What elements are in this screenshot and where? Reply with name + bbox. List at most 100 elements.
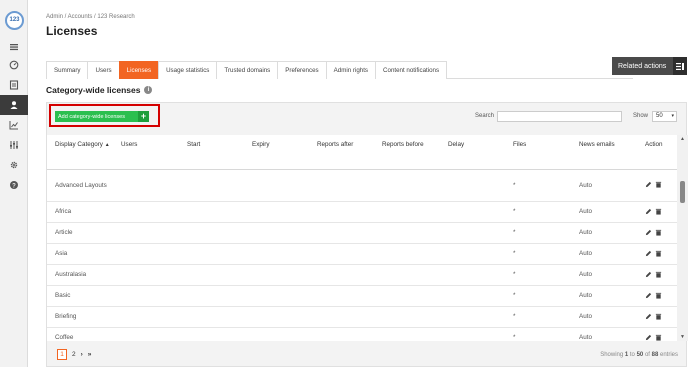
tab-licenses[interactable]: Licenses <box>118 61 160 79</box>
info-icon[interactable]: i <box>144 86 153 94</box>
start-cell <box>179 306 244 328</box>
scroll-thumb[interactable] <box>680 181 685 203</box>
reports-after-cell <box>309 327 374 341</box>
delay-cell <box>440 222 505 244</box>
action-cell <box>637 327 677 341</box>
news-emails-cell: Auto <box>571 306 637 328</box>
reports-after-cell <box>309 285 374 307</box>
next-page-icon[interactable]: › <box>81 351 83 358</box>
expiry-cell <box>244 243 309 265</box>
last-page-icon[interactable]: » <box>88 351 92 358</box>
col-files[interactable]: Files <box>505 135 571 170</box>
tab-preferences[interactable]: Preferences <box>277 61 327 79</box>
action-cell <box>637 201 677 223</box>
summary-of-word: of <box>644 352 650 358</box>
search-label: Search <box>475 113 495 119</box>
sliders-icon[interactable] <box>0 135 28 155</box>
files-cell: * <box>505 327 571 341</box>
trash-icon[interactable] <box>655 250 662 257</box>
delay-cell <box>440 243 505 265</box>
summary-to-word: to <box>629 352 635 358</box>
users-icon[interactable] <box>0 95 28 115</box>
gear-icon[interactable] <box>0 155 28 175</box>
section-title-text: Category-wide licenses <box>46 85 141 95</box>
trash-icon[interactable] <box>655 208 662 215</box>
col-users[interactable]: Users <box>113 135 179 170</box>
trash-icon[interactable] <box>655 334 662 341</box>
expiry-cell <box>244 222 309 244</box>
chevron-down-icon: ▾ <box>671 113 674 119</box>
action-cell <box>637 285 677 307</box>
reports-before-cell <box>374 306 440 328</box>
action-cell <box>637 264 677 286</box>
page-title: Licenses <box>46 24 98 38</box>
col-expiry[interactable]: Expiry <box>244 135 309 170</box>
tab-admin-rights[interactable]: Admin rights <box>325 61 377 79</box>
col-header-label: Display Category <box>55 141 103 148</box>
page-size-select[interactable]: 50 ▾ <box>652 111 677 122</box>
summary-total: 88 <box>651 352 659 358</box>
page-1-button[interactable]: 1 <box>57 349 67 360</box>
trash-icon[interactable] <box>655 292 662 299</box>
trash-icon[interactable] <box>655 271 662 278</box>
edit-icon[interactable] <box>645 292 652 299</box>
table-toolbar: Add category-wide licenses + Search Show… <box>47 103 686 133</box>
document-icon[interactable] <box>0 75 28 95</box>
add-button-label: Add category-wide licenses <box>58 113 125 120</box>
edit-icon[interactable] <box>645 271 652 278</box>
edit-icon[interactable] <box>645 250 652 257</box>
edit-icon[interactable] <box>645 229 652 236</box>
trash-icon[interactable] <box>655 313 662 320</box>
edit-icon[interactable] <box>645 181 652 188</box>
breadcrumb[interactable]: Admin / Accounts / 123 Research <box>46 14 135 20</box>
action-cell <box>637 306 677 328</box>
add-category-wide-licenses-button[interactable]: Add category-wide licenses + <box>55 111 149 122</box>
table-header-row: Display Category ▲ Users Start Expiry Re… <box>47 135 677 170</box>
chart-icon[interactable] <box>0 115 28 135</box>
files-cell: * <box>505 222 571 244</box>
col-news-emails[interactable]: News emails <box>571 135 637 170</box>
category-cell: Briefing <box>47 306 113 328</box>
sidebar: 123 ? <box>0 0 28 367</box>
category-cell: Advanced Layouts <box>47 169 113 202</box>
edit-icon[interactable] <box>645 334 652 341</box>
col-start[interactable]: Start <box>179 135 244 170</box>
users-cell <box>113 169 179 202</box>
delay-cell <box>440 201 505 223</box>
trash-icon[interactable] <box>655 181 662 188</box>
tab-content-notifications[interactable]: Content notifications <box>375 61 448 79</box>
scroll-down-icon[interactable]: ▼ <box>679 334 686 340</box>
svg-text:?: ? <box>12 183 16 189</box>
reports-after-cell <box>309 222 374 244</box>
related-actions-button[interactable]: Related actions <box>612 57 687 75</box>
scroll-up-icon[interactable]: ▲ <box>679 136 686 142</box>
tab-usage-statistics[interactable]: Usage statistics <box>158 61 218 79</box>
edit-icon[interactable] <box>645 208 652 215</box>
col-reports-after[interactable]: Reports after <box>309 135 374 170</box>
tab-users[interactable]: Users <box>87 61 120 79</box>
reports-after-cell <box>309 306 374 328</box>
col-action: Action <box>637 135 677 170</box>
action-cell <box>637 169 677 202</box>
search-input[interactable] <box>497 111 622 122</box>
reports-before-cell <box>374 222 440 244</box>
col-display-category[interactable]: Display Category ▲ <box>47 135 113 170</box>
trash-icon[interactable] <box>655 229 662 236</box>
category-cell: Africa <box>47 201 113 223</box>
col-delay[interactable]: Delay <box>440 135 505 170</box>
expiry-cell <box>244 306 309 328</box>
tab-trusted-domains[interactable]: Trusted domains <box>216 61 279 79</box>
edit-icon[interactable] <box>645 313 652 320</box>
delay-cell <box>440 327 505 341</box>
table-scrollbar[interactable]: ▲ ▼ <box>677 135 688 341</box>
app-logo[interactable]: 123 <box>5 11 24 30</box>
tab-summary[interactable]: Summary <box>46 61 89 79</box>
dashboard-icon[interactable] <box>0 55 28 75</box>
files-cell: * <box>505 201 571 223</box>
pagination: 1 2 › » <box>57 349 91 360</box>
col-reports-before[interactable]: Reports before <box>374 135 440 170</box>
menu-icon[interactable] <box>0 37 28 57</box>
help-icon[interactable]: ? <box>0 175 28 195</box>
page-2-button[interactable]: 2 <box>72 351 76 358</box>
users-cell <box>113 264 179 286</box>
